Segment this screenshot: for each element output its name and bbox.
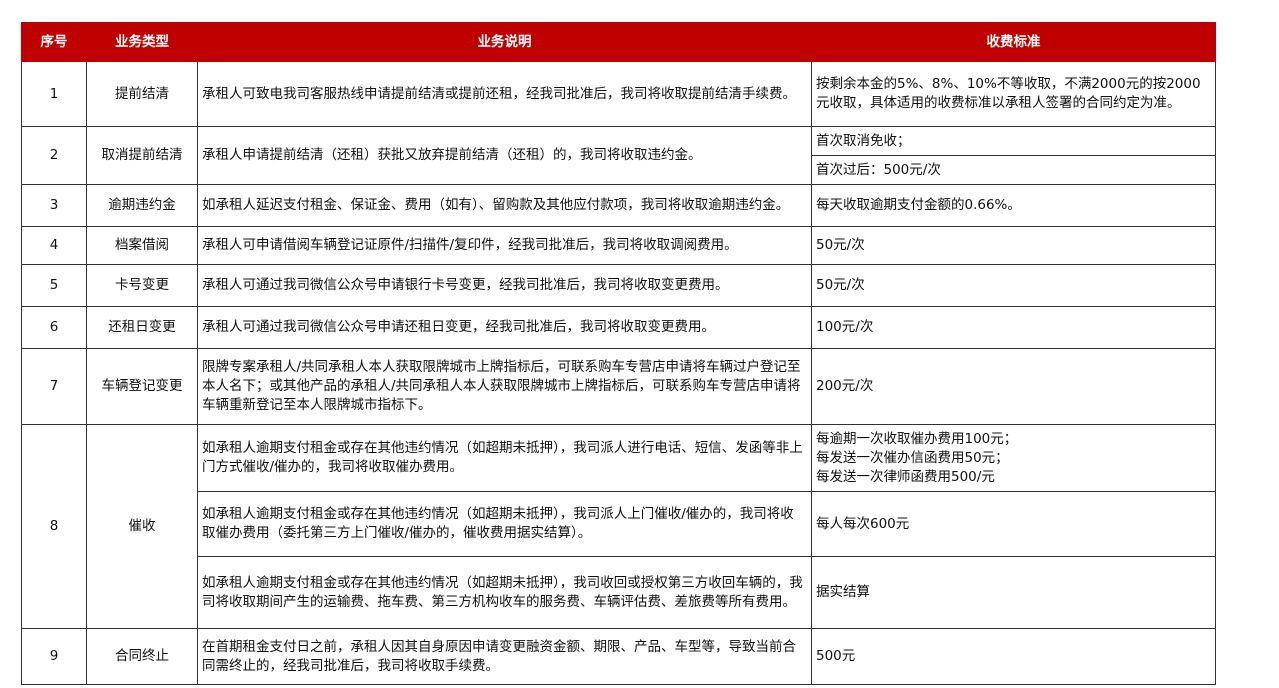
fee-standard: 100元/次 (811, 306, 1216, 349)
row-number: 5 (21, 264, 87, 307)
header-row: 序号 业务类型 业务说明 收费标准 (21, 22, 1216, 62)
row-number: 6 (21, 306, 87, 349)
fee-standard: 每逾期一次收取催办费用100元； 每发送一次催办信函费用50元； 每发送一次律师… (811, 424, 1216, 492)
fee-standard: 500元 (811, 628, 1216, 685)
header-desc: 业务说明 (197, 22, 812, 62)
business-description: 承租人可通过我司微信公众号申请银行卡号变更，经我司批准后，我司将收取变更费用。 (197, 264, 812, 307)
table-row: 如承租人逾期支付租金或存在其他违约情况（如超期未抵押），我司收回或授权第三方收回… (22, 556, 1216, 629)
business-description: 如承租人逾期支付租金或存在其他违约情况（如超期未抵押），我司派人上门催收/催办的… (197, 491, 812, 557)
business-description: 承租人申请提前结清（还租）获批又放弃提前结清（还租）的，我司将收取违约金。 (197, 126, 812, 185)
table-row: 9 合同终止 在首期租金支付日之前，承租人因其自身原因申请变更融资金额、期限、产… (21, 628, 1216, 685)
table-row: 8 催收 如承租人逾期支付租金或存在其他违约情况（如超期未抵押），我司派人进行电… (21, 424, 1216, 629)
table-row: 3 逾期违约金 如承租人延迟支付租金、保证金、费用（如有）、留购款及其他应付款项… (21, 184, 1216, 227)
business-type: 催收 (86, 424, 198, 629)
business-description: 限牌专案承租人/共同承租人本人获取限牌城市上牌指标后，可联系购车专营店申请将车辆… (197, 348, 812, 425)
fee-standard: 每人每次600元 (811, 491, 1216, 557)
fee-standard: 按剩余本金的5%、8%、10%不等收取，不满2000元的按2000元收取，具体适… (811, 61, 1216, 127)
fee-standard: 200元/次 (811, 348, 1216, 425)
business-description: 如承租人逾期支付租金或存在其他违约情况（如超期未抵押），我司派人进行电话、短信、… (197, 424, 812, 492)
table-row: 4 档案借阅 承租人可申请借阅车辆登记证原件/扫描件/复印件，经我司批准后，我司… (21, 226, 1216, 265)
fee-line: 每发送一次律师函费用500/元 (816, 468, 995, 485)
business-description: 承租人可致电我司客服热线申请提前结清或提前还租，经我司批准后，我司将收取提前结清… (197, 61, 812, 127)
row-number: 7 (21, 348, 87, 425)
business-type: 车辆登记变更 (86, 348, 198, 425)
header-no: 序号 (21, 22, 87, 62)
business-description: 如承租人延迟支付租金、保证金、费用（如有）、留购款及其他应付款项，我司将收取逾期… (197, 184, 812, 227)
business-description: 在首期租金支付日之前，承租人因其自身原因申请变更融资金额、期限、产品、车型等，导… (197, 628, 812, 685)
row-number: 2 (21, 126, 87, 185)
business-type: 提前结清 (86, 61, 198, 127)
business-type: 卡号变更 (86, 264, 198, 307)
row-number: 4 (21, 226, 87, 265)
business-description: 如承租人逾期支付租金或存在其他违约情况（如超期未抵押），我司收回或授权第三方收回… (197, 556, 812, 629)
table-row: 5 卡号变更 承租人可通过我司微信公众号申请银行卡号变更，经我司批准后，我司将收… (21, 264, 1216, 307)
fee-standard: 首次过后：500元/次 (811, 155, 1216, 185)
fee-standard: 据实结算 (811, 556, 1216, 629)
fee-standard: 50元/次 (811, 264, 1216, 307)
table-row: 7 车辆登记变更 限牌专案承租人/共同承租人本人获取限牌城市上牌指标后，可联系购… (21, 348, 1216, 425)
business-description: 承租人可通过我司微信公众号申请还租日变更，经我司批准后，我司将收取变更费用。 (197, 306, 812, 349)
row-number: 1 (21, 61, 87, 127)
table-row: 如承租人逾期支付租金或存在其他违约情况（如超期未抵押），我司派人上门催收/催办的… (22, 491, 1216, 557)
business-type: 取消提前结清 (86, 126, 198, 185)
business-type: 还租日变更 (86, 306, 198, 349)
header-type: 业务类型 (86, 22, 198, 62)
row-number: 9 (21, 628, 87, 685)
fee-standard: 50元/次 (811, 226, 1216, 265)
fee-standard: 首次取消免收； (811, 126, 1216, 156)
header-fee: 收费标准 (811, 22, 1216, 62)
fee-table: 序号 业务类型 业务说明 收费标准 1 提前结清 承租人可致电我司客服热线申请提… (21, 22, 1216, 685)
row-number: 8 (21, 424, 87, 629)
fee-standard: 每天收取逾期支付金额的0.66%。 (811, 184, 1216, 227)
business-description: 承租人可申请借阅车辆登记证原件/扫描件/复印件，经我司批准后，我司将收取调阅费用… (197, 226, 812, 265)
row-number: 3 (21, 184, 87, 227)
business-type: 合同终止 (86, 628, 198, 685)
fee-line: 每发送一次催办信函费用50元； (816, 449, 1009, 466)
table-row: 1 提前结清 承租人可致电我司客服热线申请提前结清或提前还租，经我司批准后，我司… (21, 61, 1216, 127)
business-type: 档案借阅 (86, 226, 198, 265)
table-row: 2 取消提前结清 承租人申请提前结清（还租）获批又放弃提前结清（还租）的，我司将… (21, 126, 1216, 185)
business-type: 逾期违约金 (86, 184, 198, 227)
table-row: 6 还租日变更 承租人可通过我司微信公众号申请还租日变更，经我司批准后，我司将收… (21, 306, 1216, 349)
fee-line: 每逾期一次收取催办费用100元； (816, 430, 1018, 447)
